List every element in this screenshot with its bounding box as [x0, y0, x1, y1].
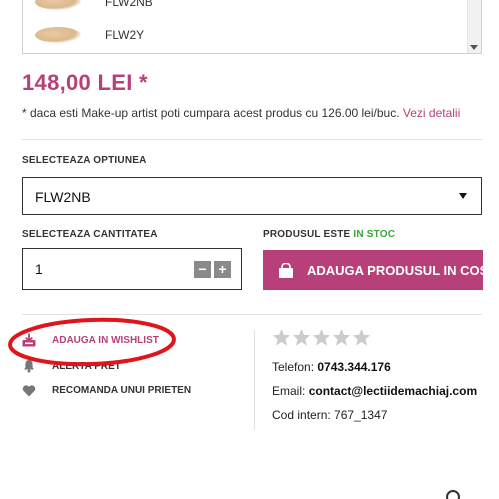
quantity-stepper[interactable]: 1 − + — [22, 248, 242, 290]
search-icon[interactable] — [444, 488, 464, 499]
variant-code: FLW2Y — [105, 28, 145, 42]
bell-icon — [24, 360, 34, 373]
stock-label: PRODUSUL ESTE — [263, 229, 351, 240]
shopping-bag-icon — [278, 262, 294, 278]
product-price: 148,00 LEI * — [22, 70, 148, 95]
phone-line: Telefon: 0743.344.176 — [272, 360, 391, 374]
heart-icon — [22, 384, 36, 396]
variant-list[interactable]: FLW2NB FLW2Y — [22, 0, 482, 54]
phone-number[interactable]: 0743.344.176 — [317, 360, 390, 374]
color-swatch — [35, 0, 81, 10]
price-alert-action[interactable]: ALERTA PRET — [22, 358, 121, 374]
internal-code-value: 767_1347 — [334, 408, 388, 422]
makeup-artist-price-note: * daca esti Make-up artist poti cumpara … — [22, 106, 460, 120]
email-address[interactable]: contact@lectiidemachiaj.com — [309, 384, 477, 398]
internal-code-label: Cod intern: — [272, 408, 331, 422]
internal-code-line: Cod intern: 767_1347 — [272, 408, 387, 422]
variant-item[interactable]: FLW2Y — [29, 17, 429, 53]
star-icon[interactable] — [352, 328, 371, 347]
color-swatch — [35, 27, 81, 43]
add-to-wishlist-action[interactable]: ADAUGA IN WISHLIST — [22, 332, 159, 348]
variant-code: FLW2NB — [105, 0, 153, 9]
email-line: Email: contact@lectiidemachiaj.com — [272, 384, 477, 398]
price-note-text: * daca esti Make-up artist poti cumpara … — [22, 106, 400, 120]
star-icon[interactable] — [332, 328, 351, 347]
add-to-wishlist-label: ADAUGA IN WISHLIST — [52, 334, 159, 346]
variant-list-scrollbar[interactable] — [467, 0, 481, 53]
recommend-friend-action[interactable]: RECOMANDA UNUI PRIETEN — [22, 382, 191, 398]
quantity-increase-button[interactable]: + — [214, 261, 231, 278]
quantity-value[interactable]: 1 — [35, 261, 43, 277]
wishlist-download-icon — [22, 333, 36, 347]
recommend-friend-label: RECOMANDA UNUI PRIETEN — [52, 384, 192, 396]
price-alert-label: ALERTA PRET — [52, 360, 121, 372]
star-icon[interactable] — [312, 328, 331, 347]
caret-down-icon — [459, 193, 467, 199]
star-icon[interactable] — [272, 328, 291, 347]
option-select[interactable]: FLW2NB — [22, 177, 482, 215]
quantity-decrease-button[interactable]: − — [194, 261, 211, 278]
divider — [22, 139, 482, 140]
phone-label: Telefon: — [272, 360, 315, 374]
add-to-cart-label: ADAUGA PRODUSUL IN COS — [307, 262, 489, 278]
scroll-down-arrow-icon[interactable] — [470, 45, 478, 50]
option-selected-value: FLW2NB — [35, 189, 91, 205]
vertical-divider — [254, 330, 255, 430]
email-label: Email: — [272, 384, 306, 398]
star-icon[interactable] — [292, 328, 311, 347]
see-details-link[interactable]: Vezi detalii — [403, 106, 460, 120]
rating-stars[interactable] — [272, 328, 372, 347]
divider — [22, 314, 482, 315]
option-label: SELECTEAZA OPTIUNEA — [22, 155, 147, 166]
stock-value: IN STOC — [353, 229, 396, 240]
stock-status: PRODUSUL ESTE IN STOC — [263, 229, 395, 240]
quantity-label: SELECTEAZA CANTITATEA — [22, 229, 158, 240]
add-to-cart-button[interactable]: ADAUGA PRODUSUL IN COS — [263, 250, 488, 290]
